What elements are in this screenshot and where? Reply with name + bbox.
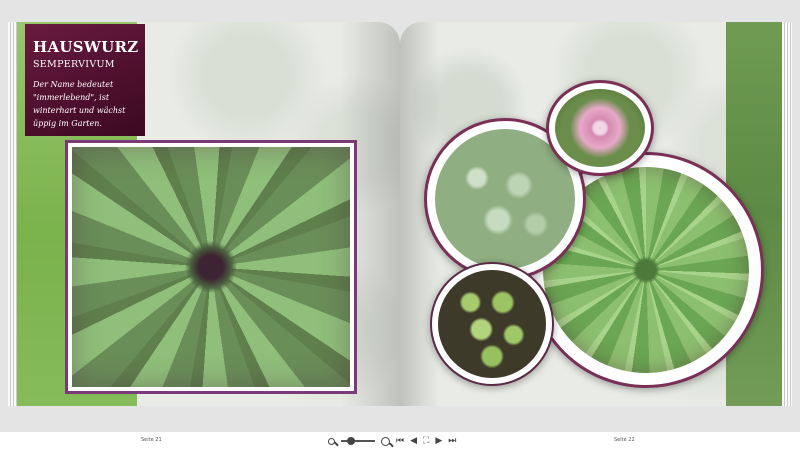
viewer-toolbar: Seite 21 ⏮ ◀ ⛶ ▶ ⏭ Seite 22 [0,432,800,450]
zoom-out-icon[interactable] [328,437,335,445]
left-page[interactable]: HAUSWURZ SEMPERVIVUM Der Name bedeutet "… [17,22,400,406]
zoom-in-icon[interactable] [381,436,390,446]
zoom-slider-knob[interactable] [347,437,355,445]
page-description: Der Name bedeutet "immerlebend", ist win… [33,80,126,128]
viewer-controls: ⏮ ◀ ⛶ ▶ ⏭ [328,434,456,448]
title-box: HAUSWURZ SEMPERVIVUM Der Name bedeutet "… [25,24,145,136]
right-page[interactable] [400,22,782,406]
right-page-number: Seite 22 [614,437,635,443]
circle-photo-green-balls [430,262,554,386]
first-page-icon[interactable]: ⏮ [396,434,404,448]
photo-book: HAUSWURZ SEMPERVIVUM Der Name bedeutet "… [8,22,792,406]
prev-page-icon[interactable]: ◀ [410,434,417,448]
photo-pink-flower [555,89,645,167]
page-subtitle: SEMPERVIVUM [33,59,115,70]
last-page-icon[interactable]: ⏭ [448,434,456,448]
circle-photo-pink-flower [546,80,654,176]
next-page-icon[interactable]: ▶ [435,434,442,448]
main-photo [72,147,350,387]
left-page-number: Seite 21 [141,437,162,443]
main-photo-frame [65,140,357,394]
fullscreen-icon[interactable]: ⛶ [423,434,429,448]
right-page-edge [782,22,792,406]
zoom-slider[interactable] [341,437,375,445]
page-title: HAUSWURZ [33,38,139,56]
photo-green-balls [438,270,546,378]
